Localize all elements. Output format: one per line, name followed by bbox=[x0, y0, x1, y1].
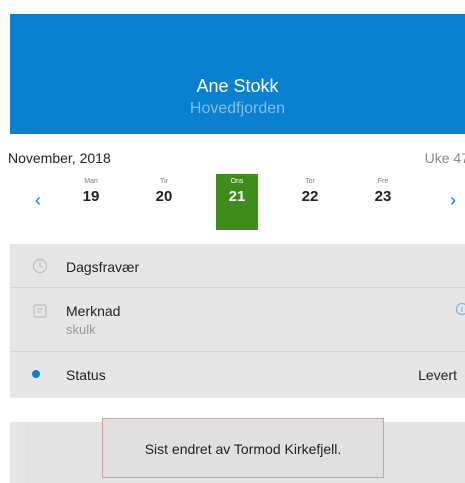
day-thursday[interactable]: Tor 22 bbox=[289, 174, 331, 230]
status-row[interactable]: Status Levert bbox=[10, 352, 465, 398]
student-header: Ane Stokk Hovedfjorden bbox=[10, 14, 465, 134]
day-friday[interactable]: Fre 23 bbox=[362, 174, 404, 230]
day-date: 21 bbox=[228, 188, 246, 205]
chevron-left-icon[interactable]: ‹ bbox=[35, 190, 41, 211]
status-value: Levert bbox=[418, 367, 457, 383]
day-date: 22 bbox=[301, 188, 319, 205]
status-label: Status bbox=[66, 367, 106, 383]
note-value: skulk bbox=[66, 322, 96, 337]
day-wednesday-selected[interactable]: Ons 21 bbox=[216, 174, 258, 230]
note-icon bbox=[32, 303, 48, 323]
week-calendar: November, 2018 Uke 47 ‹ Man 19 Tir 20 On… bbox=[8, 134, 465, 244]
calendar-week: Uke 47 bbox=[424, 150, 465, 166]
day-weekday: Man bbox=[84, 178, 98, 185]
day-weekday: Tir bbox=[160, 178, 168, 185]
day-weekday: Tor bbox=[305, 178, 315, 185]
absence-label: Dagsfravær bbox=[66, 259, 140, 275]
day-tuesday[interactable]: Tir 20 bbox=[143, 174, 185, 230]
day-weekday: Ons bbox=[230, 178, 244, 185]
note-row[interactable]: Merknad skulk bbox=[10, 288, 465, 352]
absence-row[interactable]: Dagsfravær bbox=[10, 244, 465, 288]
note-label: Merknad bbox=[66, 303, 121, 319]
clock-icon bbox=[32, 258, 48, 278]
day-date: 19 bbox=[82, 188, 100, 205]
day-date: 23 bbox=[374, 188, 392, 205]
screen-edge bbox=[0, 0, 10, 483]
toast-message: Sist endret av Tormod Kirkefjell. bbox=[102, 418, 384, 478]
toast-text: Sist endret av Tormod Kirkefjell. bbox=[144, 441, 342, 457]
day-date: 20 bbox=[155, 188, 173, 205]
day-monday[interactable]: Man 19 bbox=[70, 174, 112, 230]
app-screen: Ane Stokk Hovedfjorden November, 2018 Uk… bbox=[0, 0, 465, 483]
calendar-month: November, 2018 bbox=[8, 150, 111, 166]
student-name: Ane Stokk bbox=[196, 76, 279, 96]
status-dot-icon bbox=[32, 370, 40, 378]
chevron-right-icon[interactable]: › bbox=[450, 190, 456, 211]
info-icon[interactable] bbox=[453, 302, 465, 319]
day-weekday: Fre bbox=[377, 178, 389, 185]
student-location: Hovedfjorden bbox=[189, 100, 286, 117]
